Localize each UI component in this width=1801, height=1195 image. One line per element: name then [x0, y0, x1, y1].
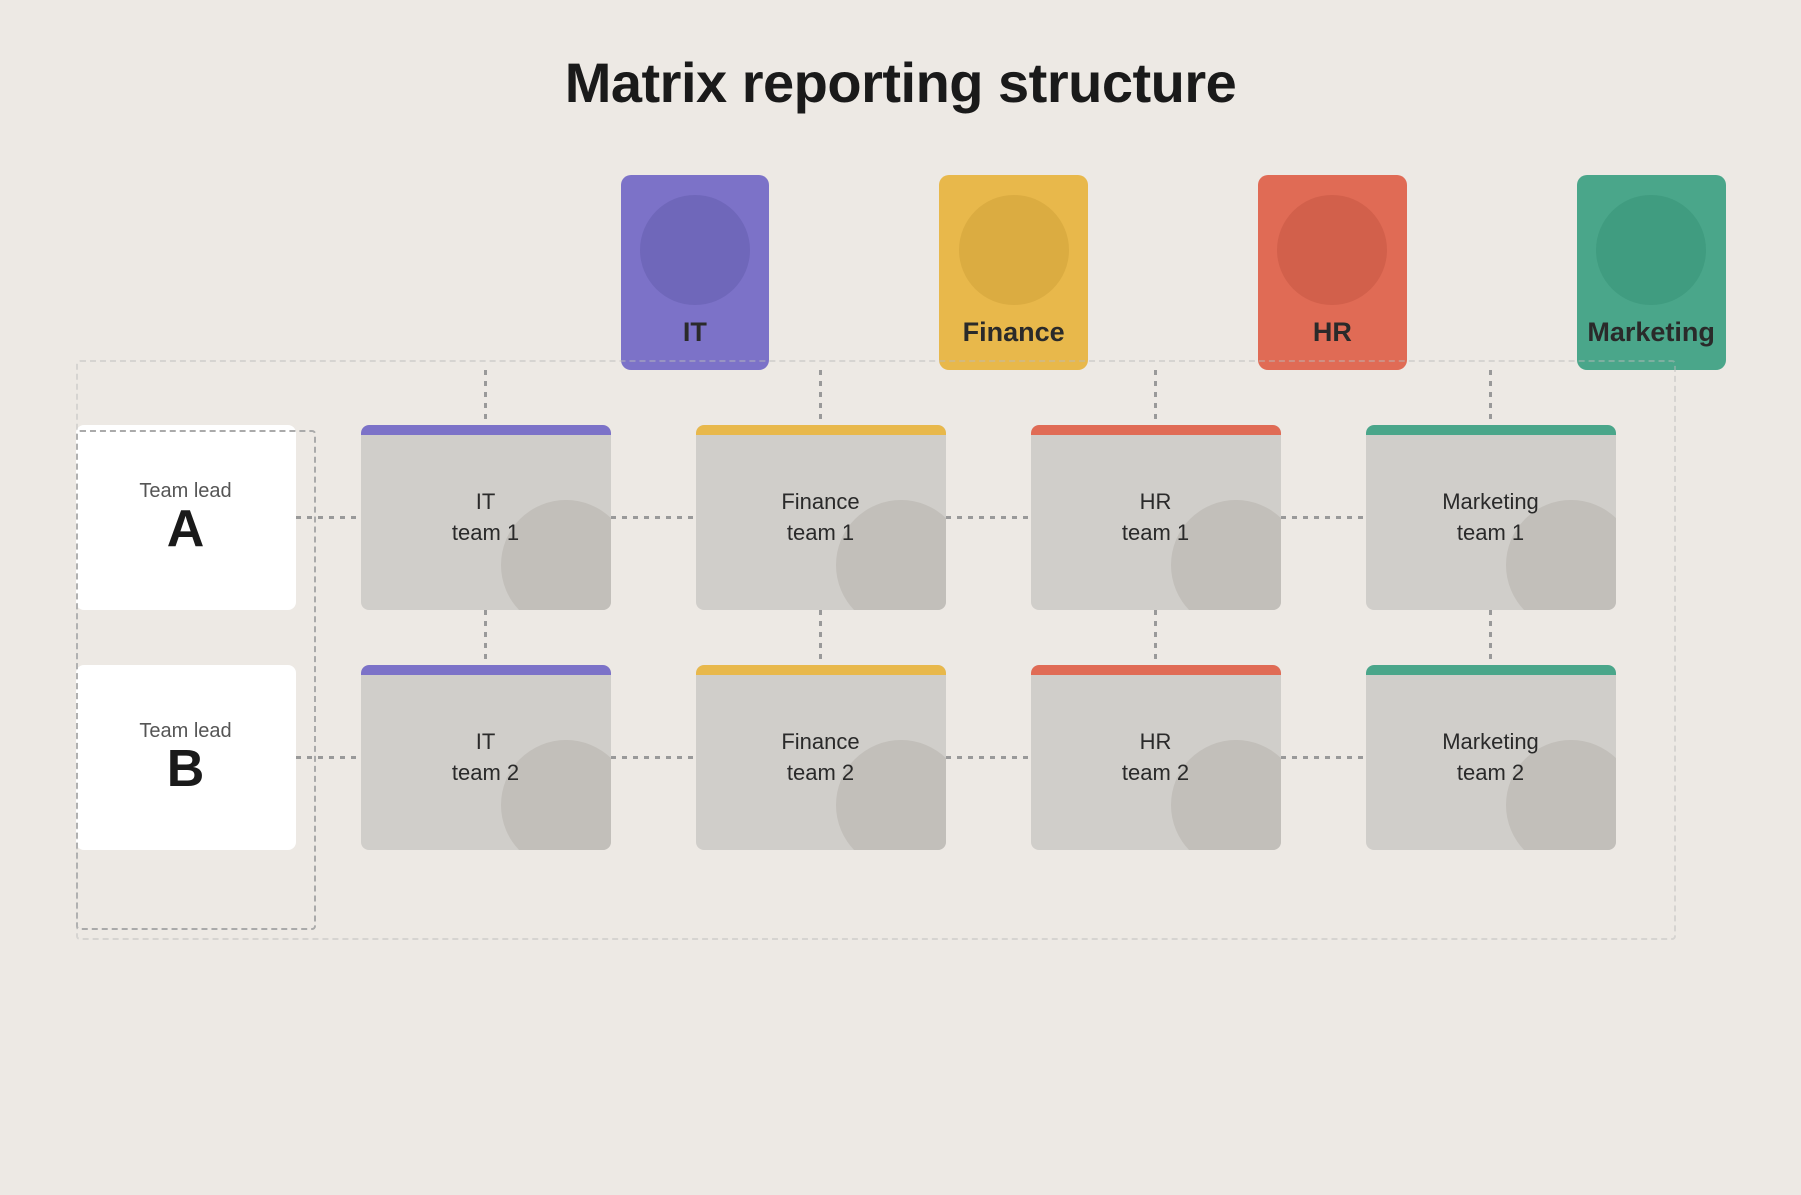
hr1-text: HRteam 1: [1122, 487, 1189, 549]
dept-card-marketing: Marketing: [1577, 175, 1726, 370]
hr2-top-bar: [1031, 665, 1281, 675]
team-lead-b: Team lead B: [76, 665, 296, 850]
it2-top-bar: [361, 665, 611, 675]
team-lead-a: Team lead A: [76, 425, 296, 610]
team-card-finance1: Financeteam 1: [696, 425, 946, 610]
marketing2-top-bar: [1366, 665, 1616, 675]
finance1-text: Financeteam 1: [781, 487, 859, 549]
it1-top-bar: [361, 425, 611, 435]
hr1-to-marketing1-connector: [1281, 516, 1366, 519]
hr1-top-bar: [1031, 425, 1281, 435]
hr2-to-marketing2-connector: [1281, 756, 1366, 759]
team-card-it1: ITteam 1: [361, 425, 611, 610]
team-card-marketing1: Marketingteam 1: [1366, 425, 1616, 610]
finance-vert-conn2: [696, 610, 946, 665]
it-vert-conn2: [361, 610, 611, 665]
hr-vert-conn2: [1031, 610, 1281, 665]
dept-label-marketing: Marketing: [1587, 317, 1715, 348]
finance2-to-hr2-connector: [946, 756, 1031, 759]
dept-label-it: IT: [683, 317, 707, 348]
dept-to-team1-connectors: [76, 370, 1726, 425]
dept-avatar-marketing: [1596, 195, 1706, 305]
it-vert-conn1: [361, 370, 611, 425]
dept-card-finance: Finance: [939, 175, 1088, 370]
finance2-text: Financeteam 2: [781, 727, 859, 789]
it2-to-finance2-connector: [611, 756, 696, 759]
marketing1-text: Marketingteam 1: [1442, 487, 1539, 549]
marketing-vert-conn1: [1366, 370, 1616, 425]
dept-card-hr: HR: [1258, 175, 1407, 370]
dept-avatar-hr: [1277, 195, 1387, 305]
team1-to-team2-connectors: [76, 610, 1726, 665]
team-card-marketing2: Marketingteam 2: [1366, 665, 1616, 850]
team-card-finance2: Financeteam 2: [696, 665, 946, 850]
marketing2-text: Marketingteam 2: [1442, 727, 1539, 789]
marketing1-top-bar: [1366, 425, 1616, 435]
diagram: IT Finance HR Marketing: [76, 175, 1726, 850]
page-title: Matrix reporting structure: [565, 50, 1237, 115]
finance1-to-hr1-connector: [946, 516, 1031, 519]
marketing-vert-conn2: [1366, 610, 1616, 665]
dept-label-hr: HR: [1313, 317, 1352, 348]
dept-label-finance: Finance: [963, 317, 1065, 348]
team-row-b: Team lead B ITteam 2 Financeteam 2: [76, 665, 1726, 850]
finance1-top-bar: [696, 425, 946, 435]
team-card-it2: ITteam 2: [361, 665, 611, 850]
hr2-text: HRteam 2: [1122, 727, 1189, 789]
team-card-hr1: HRteam 1: [1031, 425, 1281, 610]
dept-avatar-it: [640, 195, 750, 305]
finance-vert-conn1: [696, 370, 946, 425]
dept-avatar-finance: [959, 195, 1069, 305]
lead-b-to-it2-connector: [296, 756, 361, 759]
finance2-top-bar: [696, 665, 946, 675]
dept-row: IT Finance HR Marketing: [76, 175, 1726, 370]
team-card-hr2: HRteam 2: [1031, 665, 1281, 850]
lead-b-letter: B: [167, 743, 205, 795]
it1-to-finance1-connector: [611, 516, 696, 519]
team-row-a: Team lead A ITteam 1 Financeteam 1: [76, 425, 1726, 610]
it2-text: ITteam 2: [452, 727, 519, 789]
it1-text: ITteam 1: [452, 487, 519, 549]
hr-vert-conn1: [1031, 370, 1281, 425]
lead-a-to-it1-connector: [296, 516, 361, 519]
lead-a-letter: A: [167, 503, 205, 555]
dept-card-it: IT: [621, 175, 770, 370]
